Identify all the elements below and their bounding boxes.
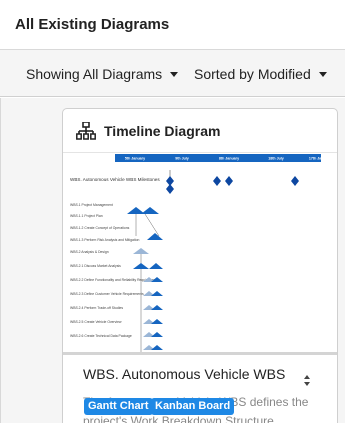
sort-label: Sorted by Modified bbox=[194, 66, 311, 82]
timeline-row-label: WBS.1 Project Management bbox=[70, 203, 113, 207]
timeline-row-label: WBS.1.2 Create Concept of Operations bbox=[70, 226, 130, 230]
sort-dropdown[interactable]: Sorted by Modified bbox=[194, 66, 327, 82]
timeline-row-label: WBS.2.3 Define Customer Vehicle Requirem… bbox=[70, 292, 144, 296]
task-triangle bbox=[127, 207, 145, 214]
milestone-diamond bbox=[213, 176, 221, 186]
timeline-row-label: WBS.2.6 Create Technical Data Package bbox=[70, 334, 132, 338]
timeline-row-label: WBS.2.1 Discuss Market Analysis bbox=[70, 264, 121, 268]
timeline-root-label: WBS. Autonomous Vehicle WBS Milestones bbox=[70, 177, 160, 182]
task-triangle bbox=[133, 263, 149, 269]
timeline-header-label: 8th January bbox=[219, 157, 239, 161]
milestone-diamond bbox=[291, 176, 299, 186]
tag-gantt-chart[interactable]: Gantt Chart bbox=[84, 398, 153, 415]
milestone-diamond bbox=[225, 176, 233, 186]
task-triangle bbox=[151, 332, 163, 337]
task-triangle bbox=[149, 263, 163, 269]
timeline-header-label: 9th July bbox=[175, 157, 189, 161]
timeline-row-label: WBS.2.4 Perform Trade-off Studies bbox=[70, 306, 123, 310]
timeline-header-label: 17th January bbox=[309, 157, 331, 161]
diagram-name: WBS. Autonomous Vehicle WBS bbox=[83, 366, 286, 382]
diagram-thumbnail[interactable]: 5th January 9th July 8th January 18th July 1… bbox=[63, 154, 337, 354]
timeline-row-label: WBS.2.5 Create Vehicle Overview bbox=[70, 320, 122, 324]
timeline-row-label: WBS.1.1 Project Plan bbox=[70, 214, 103, 218]
card-title: Timeline Diagram bbox=[104, 123, 221, 139]
task-triangle bbox=[147, 233, 163, 240]
milestone-diamond bbox=[166, 184, 174, 194]
task-triangle bbox=[151, 291, 163, 296]
scroll-up-arrow-icon[interactable] bbox=[304, 375, 310, 379]
filter-toolbar: Showing All Diagrams Sorted by Modified bbox=[0, 50, 345, 97]
thumbnail-divider bbox=[63, 352, 337, 355]
tag-kanban-board[interactable]: Kanban Board bbox=[151, 398, 235, 415]
task-triangle bbox=[151, 345, 163, 350]
card-header: Timeline Diagram bbox=[63, 109, 337, 153]
diagram-card[interactable]: Timeline Diagram 5th January 9th July 8th … bbox=[62, 108, 338, 423]
showing-filter-label: Showing All Diagrams bbox=[26, 66, 163, 82]
task-triangle bbox=[151, 319, 163, 324]
timeline-thumbnail-svg: 5th January 9th July 8th January 18th July 1… bbox=[70, 154, 331, 354]
page-title: All Existing Diagrams bbox=[15, 16, 170, 33]
showing-filter-dropdown[interactable]: Showing All Diagrams bbox=[26, 66, 179, 82]
task-triangle bbox=[151, 305, 163, 310]
timeline-header-label: 5th January bbox=[125, 157, 145, 161]
hierarchy-icon bbox=[76, 122, 96, 140]
task-triangle bbox=[141, 207, 159, 214]
scroll-down-arrow-icon[interactable] bbox=[304, 382, 310, 386]
timeline-row-label: WBS.1.3 Perform Risk Analysis and Mitiga… bbox=[70, 238, 139, 242]
timeline-row-label: WBS.2 Analysis & Design bbox=[70, 250, 109, 254]
page-header: All Existing Diagrams bbox=[0, 0, 345, 50]
task-triangle bbox=[133, 248, 149, 254]
caret-down-icon bbox=[170, 71, 179, 77]
caret-down-icon bbox=[318, 71, 327, 77]
timeline-header-label: 18th July bbox=[268, 157, 284, 161]
